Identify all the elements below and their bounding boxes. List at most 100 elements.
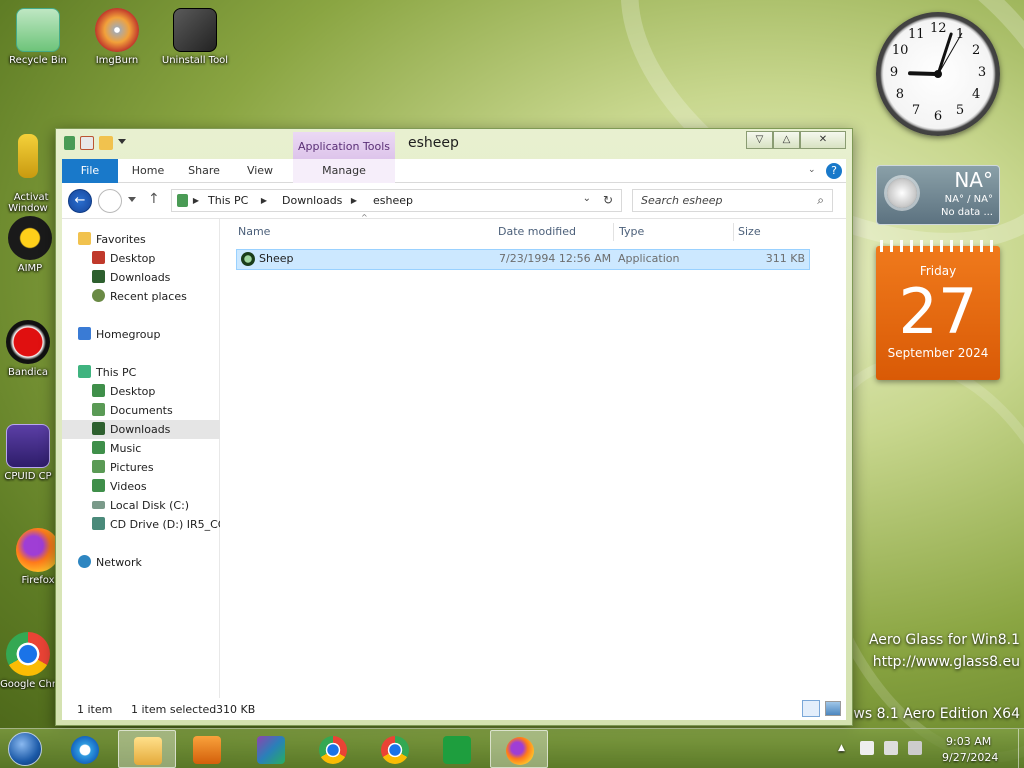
desktop-icon-imgburn[interactable]: ImgBurn xyxy=(79,8,155,66)
up-button[interactable]: ↑ xyxy=(148,191,160,207)
nav-pc-music[interactable]: Music xyxy=(92,439,141,458)
address-toolbar: ← ↑ ▶ This PC ▶ Downloads ▶ esheep ⌄ ↻ S… xyxy=(62,183,846,219)
nav-pc-downloads[interactable]: Downloads xyxy=(92,420,170,439)
nav-favorites-downloads[interactable]: Downloads xyxy=(92,268,170,287)
show-hidden-icons-button[interactable]: ▲ xyxy=(838,743,845,768)
column-size[interactable]: Size xyxy=(738,225,761,238)
back-button[interactable]: ← xyxy=(68,189,92,213)
desktop-icon-bandicam[interactable]: Bandica xyxy=(0,320,56,378)
chrome-alt-icon xyxy=(381,736,409,764)
taskbar-media-player[interactable] xyxy=(178,730,236,768)
start-button[interactable] xyxy=(8,732,42,766)
breadcrumb-esheep[interactable]: esheep xyxy=(373,190,413,211)
tab-file[interactable]: File xyxy=(62,159,118,183)
nav-label: Recent places xyxy=(110,290,187,303)
nav-pc-videos[interactable]: Videos xyxy=(92,477,147,496)
taskbar-chrome-alt[interactable] xyxy=(366,730,424,768)
search-input[interactable]: Search esheep ⌕ xyxy=(632,189,833,212)
taskbar-chrome[interactable] xyxy=(304,730,362,768)
show-desktop-button[interactable] xyxy=(1018,729,1024,768)
clock-number: 10 xyxy=(891,43,909,58)
window-folder-icon[interactable] xyxy=(64,136,75,150)
nav-network[interactable]: Network xyxy=(78,553,142,572)
desktop-icon-aimp[interactable]: AIMP xyxy=(0,216,60,274)
refresh-icon[interactable]: ↻ xyxy=(603,193,613,207)
desktop-icon-uninstall-tool[interactable]: Uninstall Tool xyxy=(157,8,233,66)
forward-button[interactable] xyxy=(98,189,122,213)
volume-muted-icon[interactable] xyxy=(908,741,922,755)
calendar-gadget[interactable]: Friday 27 September 2024 xyxy=(876,240,1000,380)
taskbar-store[interactable] xyxy=(428,730,486,768)
taskbar-file-explorer[interactable] xyxy=(118,730,176,768)
tab-share[interactable]: Share xyxy=(184,159,224,183)
expand-ribbon-icon[interactable]: ⌄ xyxy=(808,165,818,175)
close-button[interactable]: ✕ xyxy=(800,131,846,149)
nav-label: Music xyxy=(110,442,142,455)
address-bar[interactable]: ▶ This PC ▶ Downloads ▶ esheep ⌄ ↻ xyxy=(171,189,622,212)
star-icon xyxy=(78,232,91,245)
clock-number: 6 xyxy=(933,109,943,124)
nav-favorites[interactable]: Favorites xyxy=(78,230,146,249)
help-icon[interactable]: ? xyxy=(826,163,842,179)
nav-pc-pictures[interactable]: Pictures xyxy=(92,458,154,477)
breadcrumb-separator[interactable]: ▶ xyxy=(190,190,202,211)
nav-homegroup[interactable]: Homegroup xyxy=(78,325,160,344)
network-tray-icon[interactable] xyxy=(884,741,898,755)
download-icon xyxy=(92,270,105,283)
minimize-button[interactable]: ▽ xyxy=(746,131,773,149)
large-icons-view-icon[interactable] xyxy=(825,701,841,716)
properties-icon[interactable] xyxy=(80,136,94,150)
search-placeholder: Search esheep xyxy=(641,194,723,207)
desktop-icon-cpuid[interactable]: CPUID CP xyxy=(0,424,56,482)
status-bar: 1 item 1 item selected 310 KB xyxy=(62,698,846,720)
nav-cd-drive[interactable]: CD Drive (D:) IR5_CCS xyxy=(92,515,220,534)
taskbar-firefox[interactable] xyxy=(490,730,548,768)
tab-view[interactable]: View xyxy=(242,159,278,183)
clock-gadget[interactable]: 121234567891011 xyxy=(876,12,1000,136)
tab-home[interactable]: Home xyxy=(128,159,168,183)
action-center-icon[interactable] xyxy=(860,741,874,755)
tab-manage[interactable]: Manage xyxy=(293,159,395,183)
desktop-icon-activate-windows[interactable]: Activat Window xyxy=(0,112,56,214)
breadcrumb-separator[interactable]: ▶ xyxy=(348,190,360,211)
nav-favorites-desktop[interactable]: Desktop xyxy=(92,249,155,268)
nav-pc-documents[interactable]: Documents xyxy=(92,401,173,420)
maximize-button[interactable]: △ xyxy=(773,131,800,149)
nav-this-pc[interactable]: This PC xyxy=(78,363,136,382)
recent-locations-icon[interactable] xyxy=(128,197,136,202)
title-bar[interactable]: Application Tools esheep ▽ △ ✕ xyxy=(56,129,852,162)
details-view-icon[interactable] xyxy=(802,700,820,717)
column-type[interactable]: Type xyxy=(619,225,644,238)
breadcrumb-separator[interactable]: ▶ xyxy=(258,190,270,211)
desktop-icon-recycle-bin[interactable]: Recycle Bin xyxy=(0,8,76,66)
desktop-icon-label: Firefox xyxy=(21,575,55,586)
weather-gadget[interactable]: NA° NA° / NA° No data ... xyxy=(876,165,1000,225)
column-divider[interactable] xyxy=(613,223,614,241)
explorer-window[interactable]: Application Tools esheep ▽ △ ✕ File Home… xyxy=(55,128,853,726)
music-icon xyxy=(92,441,105,454)
search-icon[interactable]: ⌕ xyxy=(817,193,824,208)
breadcrumb-this-pc[interactable]: This PC xyxy=(208,190,248,211)
desktop-icon-google-chrome[interactable]: Google Chr xyxy=(0,632,56,690)
watermark-line-2: http://www.glass8.eu xyxy=(872,654,1020,670)
documents-icon xyxy=(92,403,105,416)
breadcrumb-downloads[interactable]: Downloads xyxy=(282,190,342,211)
column-date-modified[interactable]: Date modified xyxy=(498,225,576,238)
clock-date[interactable]: 9/27/2024 xyxy=(942,751,998,768)
file-list: ^ Name Date modified Type Size Sheep 7/2… xyxy=(222,213,846,698)
file-row[interactable]: Sheep 7/23/1994 12:56 AM Application 311… xyxy=(236,249,810,270)
uninstall-tool-icon xyxy=(173,8,217,52)
column-divider[interactable] xyxy=(733,223,734,241)
ribbon-tabs: File Home Share View Manage ⌄ ? xyxy=(62,159,846,183)
chevron-down-icon[interactable] xyxy=(118,139,126,147)
new-folder-icon[interactable] xyxy=(99,136,113,150)
clock-number: 7 xyxy=(911,103,921,119)
videos-icon xyxy=(92,479,105,492)
nav-local-disk[interactable]: Local Disk (C:) xyxy=(92,496,189,515)
address-dropdown-icon[interactable]: ⌄ xyxy=(583,193,591,204)
nav-pc-desktop[interactable]: Desktop xyxy=(92,382,155,401)
column-name[interactable]: Name xyxy=(238,225,270,238)
taskbar-internet-explorer[interactable] xyxy=(56,730,114,768)
nav-recent-places[interactable]: Recent places xyxy=(92,287,187,306)
taskbar-winrar[interactable] xyxy=(242,730,300,768)
